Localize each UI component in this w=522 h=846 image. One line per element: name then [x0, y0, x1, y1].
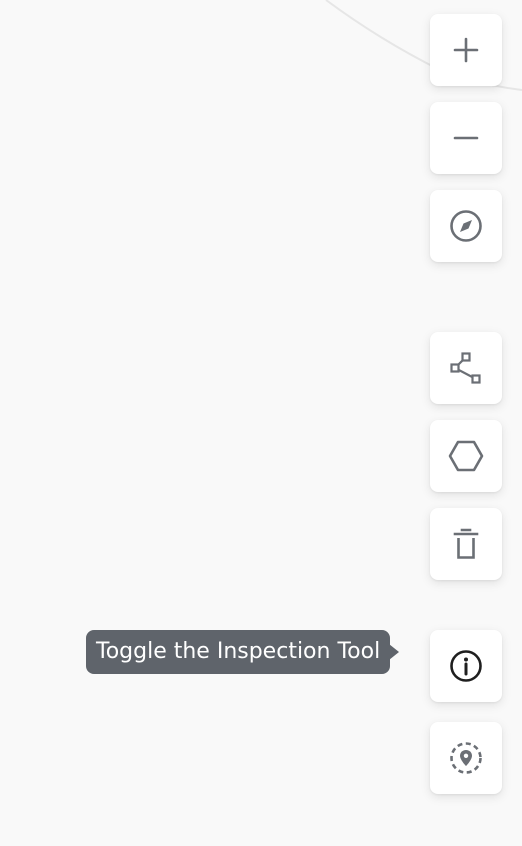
draw-polygon-button[interactable]: [430, 420, 502, 492]
minus-icon: [453, 136, 479, 140]
trash-icon: [453, 528, 479, 559]
location-pin-icon: [450, 742, 482, 774]
hexagon-icon: [448, 440, 484, 472]
compass-icon: [450, 210, 482, 242]
tooltip-text: Toggle the Inspection Tool: [96, 639, 381, 664]
geolocate-button[interactable]: [430, 722, 502, 794]
inspect-button[interactable]: [430, 630, 502, 702]
compass-button[interactable]: [430, 190, 502, 262]
info-icon: [450, 650, 482, 682]
tooltip-arrow: [389, 644, 400, 660]
delete-button[interactable]: [430, 508, 502, 580]
inspection-tooltip: Toggle the Inspection Tool: [86, 630, 400, 674]
polyline-icon: [450, 352, 481, 384]
plus-icon: [453, 37, 479, 63]
draw-line-button[interactable]: [430, 332, 502, 404]
zoom-in-button[interactable]: [430, 14, 502, 86]
zoom-out-button[interactable]: [430, 102, 502, 174]
